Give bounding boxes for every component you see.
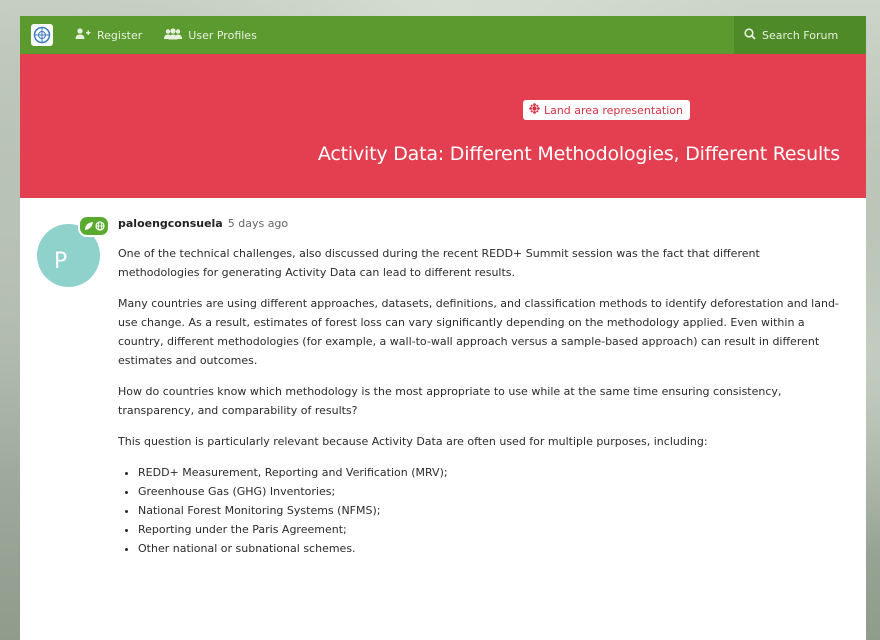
forum-panel: Register User Profiles Search Forum Land… <box>20 16 866 640</box>
top-navbar: Register User Profiles <box>20 16 866 54</box>
un-logo-icon[interactable] <box>31 24 53 46</box>
post-body: One of the technical challenges, also di… <box>118 244 844 558</box>
search-icon <box>744 27 762 43</box>
users-group-icon <box>164 27 188 43</box>
user-profiles-label: User Profiles <box>188 28 257 42</box>
post-paragraph: This question is particularly relevant b… <box>118 435 708 448</box>
post-paragraph: One of the technical challenges, also di… <box>118 247 760 279</box>
category-tag[interactable]: Land area representation <box>522 100 690 120</box>
register-label: Register <box>97 28 143 42</box>
post-meta: paloengconsuela 5 days ago <box>118 217 288 230</box>
post-author[interactable]: paloengconsuela <box>118 217 223 230</box>
post-paragraph: How do countries know which methodology … <box>118 385 782 417</box>
list-item: Greenhouse Gas (GHG) Inventories; <box>138 482 844 501</box>
topic-header: Land area representation Activity Data: … <box>20 54 866 198</box>
list-item: Reporting under the Paris Agreement; <box>138 520 844 539</box>
user-badge-icon <box>78 215 110 237</box>
list-item: National Forest Monitoring Systems (NFMS… <box>138 501 844 520</box>
purpose-list: REDD+ Measurement, Reporting and Verific… <box>118 463 844 558</box>
register-link[interactable]: Register <box>75 27 143 43</box>
list-item: Other national or subnational schemes. <box>138 539 844 558</box>
post-time[interactable]: 5 days ago <box>228 217 288 230</box>
list-item: REDD+ Measurement, Reporting and Verific… <box>138 463 844 482</box>
post-paragraph: Many countries are using different appro… <box>118 297 839 367</box>
category-icon <box>529 103 544 117</box>
category-tag-label: Land area representation <box>543 103 683 117</box>
user-profiles-link[interactable]: User Profiles <box>164 27 257 43</box>
search-input[interactable] <box>762 28 854 42</box>
avatar-letter: P <box>53 249 68 274</box>
add-user-icon <box>75 27 97 43</box>
topic-title: Activity Data: Different Methodologies, … <box>317 143 840 165</box>
search-box[interactable] <box>734 16 866 54</box>
